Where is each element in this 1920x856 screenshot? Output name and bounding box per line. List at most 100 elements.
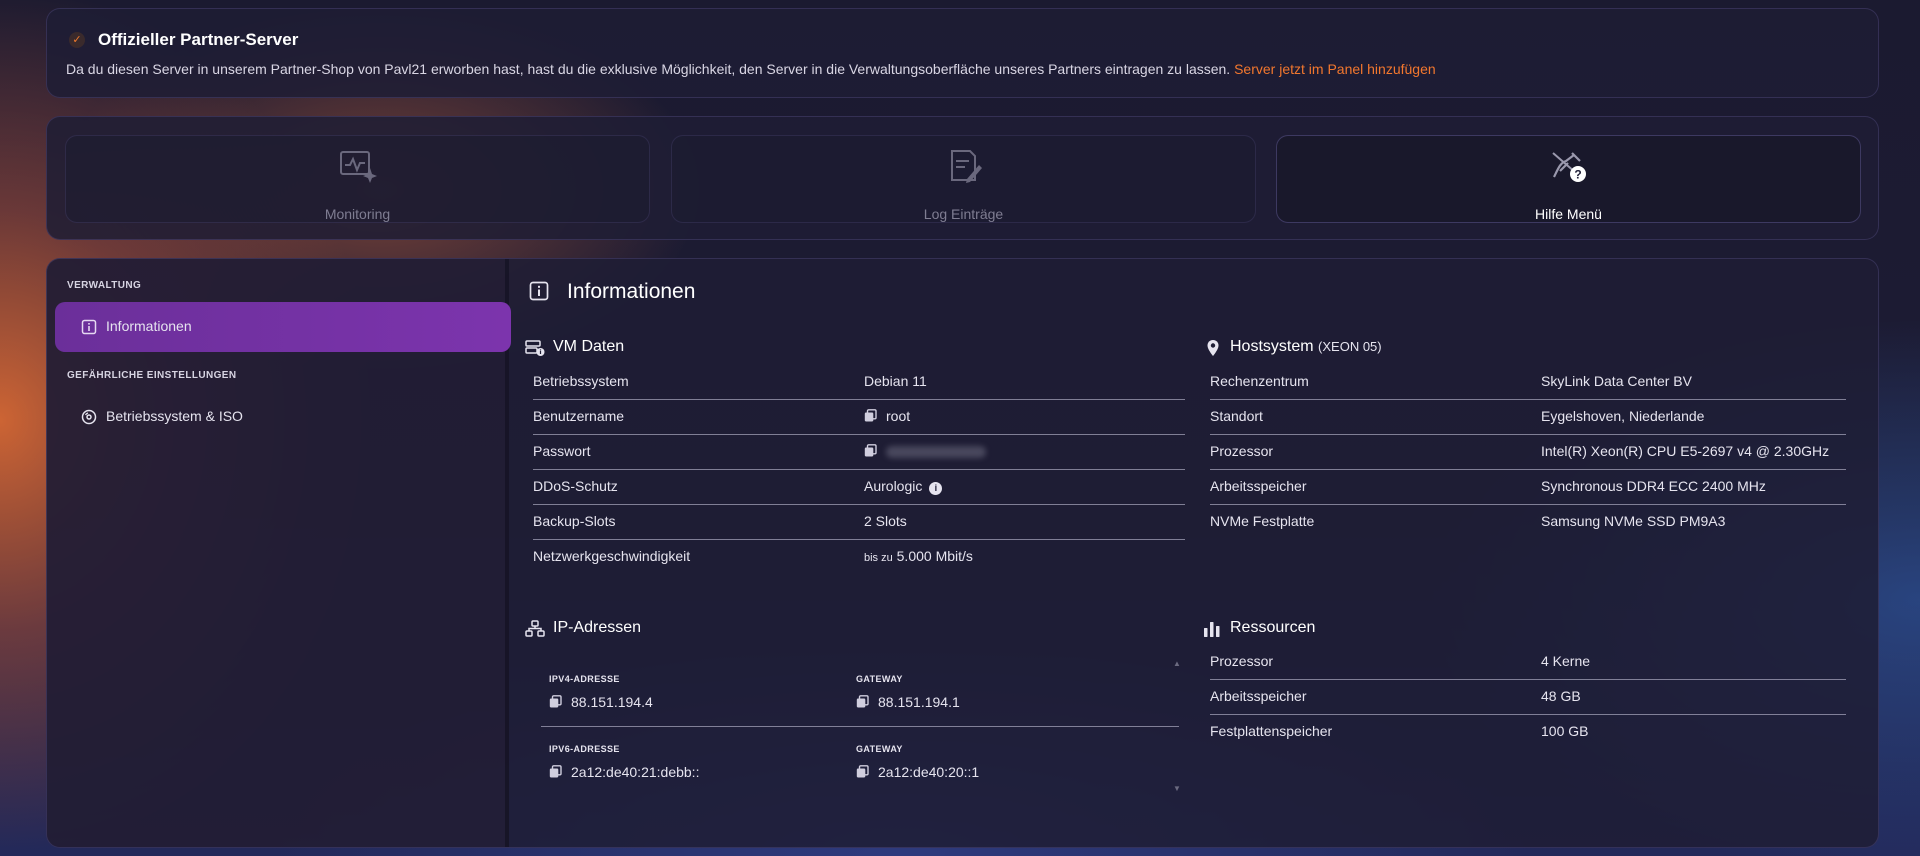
page-title: Informationen [567, 280, 696, 303]
row-key: Prozessor [1210, 443, 1274, 459]
tab-log[interactable]: Log Einträge [671, 135, 1256, 223]
sidebar-item-label: Informationen [106, 318, 192, 334]
res-row-cpu: Prozessor 4 Kerne [1210, 645, 1846, 680]
host-row-nvme: NVMe Festplatte Samsung NVMe SSD PM9A3 [1210, 505, 1846, 540]
row-key: Prozessor [1210, 653, 1274, 669]
host-row-location: Standort Eygelshoven, Niederlande [1210, 400, 1846, 435]
row-key: DDoS-Schutz [533, 478, 618, 494]
vm-row-os: Betriebssystem Debian 11 [533, 365, 1185, 400]
row-value: 48 GB [1541, 688, 1581, 704]
vm-section-title: VM Daten [553, 338, 625, 355]
speed-prefix: bis zu [864, 552, 893, 564]
ipv6-gateway-label: GATEWAY [856, 744, 903, 754]
row-value: Samsung NVMe SSD PM9A3 [1541, 513, 1726, 529]
copy-icon[interactable] [549, 765, 562, 778]
tab-monitoring[interactable]: Monitoring [65, 135, 650, 223]
ipv6-gateway-value: 2a12:de40:20::1 [878, 764, 980, 780]
row-key: NVMe Festplatte [1210, 513, 1315, 529]
speed-value: 5.000 Mbit/s [896, 548, 973, 564]
scroll-down-arrow[interactable]: ▼ [1173, 784, 1181, 793]
sidebar: VERWALTUNG Informationen GEFÄHRLICHE EIN… [47, 259, 511, 847]
tab-help-label: Hilfe Menü [1535, 206, 1602, 222]
ipv6-value-wrap: 2a12:de40:21:debb:: [549, 764, 699, 780]
info-circle-icon[interactable]: i [929, 482, 943, 495]
host-section-title: Hostsystem (XEON 05) [1230, 338, 1382, 356]
ddos-value: Aurologic [864, 478, 923, 494]
copy-icon[interactable] [864, 409, 877, 422]
row-value: SkyLink Data Center BV [1541, 373, 1692, 389]
username-value: root [886, 408, 911, 424]
ip-section-title: IP-Adressen [553, 619, 642, 636]
row-value: Synchronous DDR4 ECC 2400 MHz [1541, 478, 1766, 494]
ipv4-value: 88.151.194.4 [571, 694, 653, 710]
row-value-wrap: root [864, 408, 910, 424]
info-icon [81, 319, 97, 335]
banner-description: Da du diesen Server in unserem Partner-S… [66, 61, 1231, 77]
host-title: Hostsystem [1230, 338, 1314, 355]
row-key: Standort [1210, 408, 1263, 424]
partner-banner: ✓ Offizieller Partner-Server Da du diese… [46, 8, 1879, 98]
sidebar-item-informationen[interactable]: Informationen [55, 302, 511, 352]
copy-icon[interactable] [856, 765, 869, 778]
vm-row-network: Netzwerkgeschwindigkeit bis zu 5.000 Mbi… [533, 540, 1185, 575]
row-key: Passwort [533, 443, 591, 459]
os-disc-icon [81, 409, 97, 425]
host-subtitle: (XEON 05) [1318, 339, 1382, 354]
host-row-ram: Arbeitsspeicher Synchronous DDR4 ECC 240… [1210, 470, 1846, 505]
banner-text: Da du diesen Server in unserem Partner-S… [66, 61, 1436, 77]
row-key: Benutzername [533, 408, 625, 424]
vm-row-password: Passwort [533, 435, 1185, 470]
location-pin-icon [1207, 340, 1219, 356]
tab-log-label: Log Einträge [923, 206, 1004, 222]
svg-text:?: ? [1574, 168, 1581, 182]
row-value: Intel(R) Xeon(R) CPU E5-2697 v4 @ 2.30GH… [1541, 443, 1830, 459]
content-area: Informationen VM Daten Betriebssystem De… [513, 259, 1878, 847]
scroll-up-arrow[interactable]: ▲ [1173, 659, 1181, 668]
row-value-wrap: Aurologic i [864, 478, 943, 495]
row-value: 2 Slots [864, 513, 907, 529]
log-edit-icon [950, 150, 982, 183]
ipv6-gateway-wrap: 2a12:de40:20::1 [856, 764, 979, 780]
resources-section-title: Ressourcen [1230, 619, 1316, 636]
res-row-ram: Arbeitsspeicher 48 GB [1210, 680, 1846, 715]
sidebar-section-management: VERWALTUNG [67, 280, 142, 291]
bar-chart-icon [1204, 622, 1220, 637]
row-value: Eygelshoven, Niederlande [1541, 408, 1705, 424]
row-key: Arbeitsspeicher [1210, 478, 1307, 494]
ipv4-label: IPV4-ADRESSE [549, 674, 620, 684]
row-key: Backup-Slots [533, 513, 616, 529]
ip-divider [541, 726, 1179, 727]
banner-title: Offizieller Partner-Server [98, 30, 299, 49]
row-value-wrap: bis zu 5.000 Mbit/s [864, 548, 973, 564]
tab-monitoring-label: Monitoring [324, 206, 391, 222]
row-key: Netzwerkgeschwindigkeit [533, 548, 691, 564]
sidebar-item-label: Betriebssystem & ISO [106, 408, 243, 424]
row-value-wrap [864, 443, 986, 459]
copy-icon[interactable] [856, 695, 869, 708]
check-icon: ✓ [69, 32, 85, 48]
password-blurred[interactable] [886, 446, 986, 459]
host-row-cpu: Prozessor Intel(R) Xeon(R) CPU E5-2697 v… [1210, 435, 1846, 470]
sidebar-section-dangerous: GEFÄHRLICHE EINSTELLUNGEN [67, 370, 237, 381]
copy-icon[interactable] [864, 444, 877, 457]
tab-help[interactable]: ? Hilfe Menü [1276, 135, 1861, 223]
add-to-panel-link[interactable]: Server jetzt im Panel hinzufügen [1234, 61, 1436, 77]
sidebar-item-betriebssystem[interactable]: Betriebssystem & ISO [55, 392, 511, 442]
ipv4-value-wrap: 88.151.194.4 [549, 694, 653, 710]
ipv4-gateway-wrap: 88.151.194.1 [856, 694, 960, 710]
row-key: Rechenzentrum [1210, 373, 1309, 389]
host-row-datacenter: Rechenzentrum SkyLink Data Center BV [1210, 365, 1846, 400]
copy-icon[interactable] [549, 695, 562, 708]
vm-row-ddos: DDoS-Schutz Aurologic i [533, 470, 1185, 505]
network-icon [525, 620, 545, 637]
monitoring-icon [339, 151, 377, 183]
ipv4-gateway-value: 88.151.194.1 [878, 694, 960, 710]
res-row-disk: Festplattenspeicher 100 GB [1210, 715, 1846, 750]
row-key: Arbeitsspeicher [1210, 688, 1307, 704]
tab-bar: Monitoring Log Einträge ? Hilfe Menü [46, 116, 1879, 240]
ipv4-gateway-label: GATEWAY [856, 674, 903, 684]
ipv6-value: 2a12:de40:21:debb:: [571, 764, 700, 780]
main-panel: VERWALTUNG Informationen GEFÄHRLICHE EIN… [46, 258, 1879, 848]
server-info-icon [525, 340, 545, 356]
row-value: 4 Kerne [1541, 653, 1591, 669]
